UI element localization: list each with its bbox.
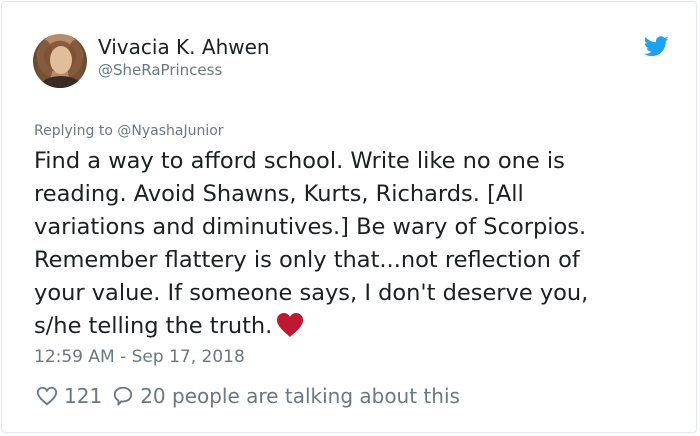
avatar[interactable] xyxy=(33,34,87,88)
like-count[interactable]: 121 xyxy=(64,384,102,408)
tweet-actions: 121 20 people are talking about this xyxy=(36,382,460,410)
author-handle[interactable]: @SheRaPrincess xyxy=(98,61,222,79)
tweet-timestamp[interactable]: 12:59 AM - Sep 17, 2018 xyxy=(34,347,245,367)
speech-bubble-icon[interactable] xyxy=(112,385,134,407)
tweet-text-line: variations and diminutives.] Be wary of … xyxy=(34,214,587,240)
twitter-bird-icon[interactable] xyxy=(644,36,669,57)
red-heart-icon xyxy=(277,313,304,337)
tweet-text: Find a way to afford school. Write like … xyxy=(34,145,674,343)
tweet-text-line: reading. Avoid Shawns, Kurts, Richards. … xyxy=(34,181,524,207)
tweet-text-last-line: s/he telling the truth. xyxy=(34,310,674,343)
replying-to-label[interactable]: Replying to @NyashaJunior xyxy=(34,123,224,139)
tweet-text-line: Remember flattery is only that...not ref… xyxy=(34,247,580,273)
tweet-text-line: Find a way to afford school. Write like … xyxy=(34,148,565,174)
heart-outline-icon[interactable] xyxy=(36,385,58,407)
tweet-card: Vivacia K. Ahwen @SheRaPrincess Replying… xyxy=(1,1,697,433)
tweet-text-line: s/he telling the truth. xyxy=(34,313,273,339)
author-name[interactable]: Vivacia K. Ahwen xyxy=(98,35,270,59)
talking-about-link[interactable]: 20 people are talking about this xyxy=(140,384,460,408)
tweet-text-line: your value. If someone says, I don't des… xyxy=(34,280,589,306)
